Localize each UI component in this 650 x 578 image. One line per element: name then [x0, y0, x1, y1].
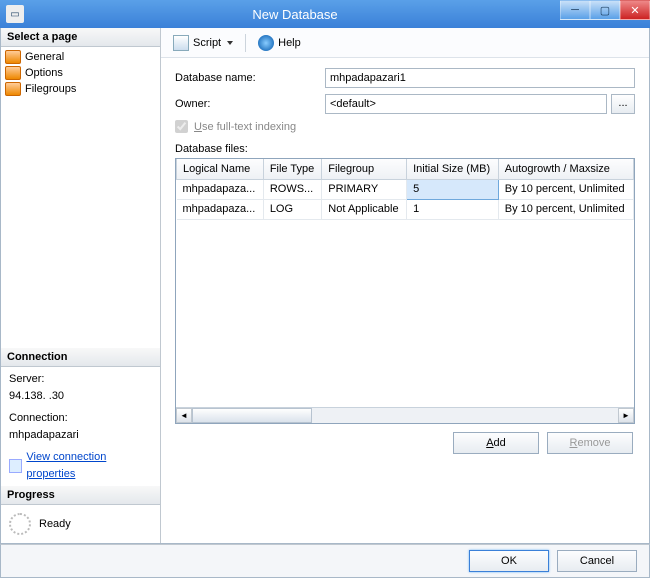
owner-browse-button[interactable]: ... — [611, 94, 635, 114]
dbfiles-grid[interactable]: Logical Name File Type Filegroup Initial… — [175, 158, 635, 424]
dbname-label: Database name: — [175, 72, 325, 84]
scroll-track[interactable] — [192, 408, 618, 423]
page-icon — [5, 50, 21, 64]
select-page-header: Select a page — [1, 28, 160, 47]
cell-logical[interactable]: mhpadapaza... — [177, 179, 264, 199]
script-icon — [173, 35, 189, 51]
connection-label: Connection: — [9, 410, 152, 427]
cell-filetype[interactable]: ROWS... — [263, 179, 321, 199]
fulltext-label: Use full-text indexing — [194, 121, 296, 133]
toolbar-separator — [245, 34, 246, 52]
script-button[interactable]: Script — [169, 33, 237, 53]
connection-panel: Server: 94.138. .30 Connection: mhpadapa… — [1, 367, 160, 486]
col-logical[interactable]: Logical Name — [177, 159, 264, 179]
page-icon — [5, 66, 21, 80]
sidebar-item-label: Filegroups — [25, 83, 76, 95]
sidebar-item-options[interactable]: Options — [1, 65, 160, 81]
table-row[interactable]: mhpadapaza... LOG Not Applicable 1 By 10… — [177, 199, 634, 219]
owner-input[interactable] — [325, 94, 607, 114]
help-button[interactable]: Help — [254, 33, 305, 53]
owner-label: Owner: — [175, 98, 325, 110]
dbname-input[interactable] — [325, 68, 635, 88]
col-autogrow[interactable]: Autogrowth / Maxsize — [498, 159, 633, 179]
scroll-thumb[interactable] — [192, 408, 312, 423]
cell-autogrow[interactable]: By 10 percent, Unlimited — [498, 199, 633, 219]
close-button[interactable]: ✕ — [620, 0, 650, 20]
dbfiles-label: Database files: — [175, 143, 635, 155]
server-label: Server: — [9, 371, 152, 388]
add-button[interactable]: Add — [453, 432, 539, 454]
sidebar-item-label: Options — [25, 67, 63, 79]
connection-value: mhpadapazari — [9, 427, 152, 444]
help-label: Help — [278, 37, 301, 49]
col-filegroup[interactable]: Filegroup — [322, 159, 407, 179]
cell-initsize[interactable]: 5 — [407, 179, 499, 199]
col-initsize[interactable]: Initial Size (MB) — [407, 159, 499, 179]
main-panel: Script Help Database name: Owner: ... Us… — [161, 28, 649, 543]
cell-autogrow[interactable]: By 10 percent, Unlimited — [498, 179, 633, 199]
window-title: New Database — [30, 7, 560, 22]
col-filetype[interactable]: File Type — [263, 159, 321, 179]
connection-header: Connection — [1, 348, 160, 367]
app-icon: ▭ — [6, 5, 24, 23]
grid-hscrollbar[interactable]: ◄ ► — [176, 407, 634, 423]
sidebar-item-general[interactable]: General — [1, 49, 160, 65]
progress-spinner-icon — [9, 513, 31, 535]
maximize-button[interactable]: ▢ — [590, 0, 620, 20]
properties-icon — [9, 459, 22, 473]
ok-button[interactable]: OK — [469, 550, 549, 572]
view-connection-properties-link[interactable]: View connection properties — [26, 449, 152, 482]
cell-filegroup[interactable]: PRIMARY — [322, 179, 407, 199]
toolbar: Script Help — [161, 28, 649, 58]
minimize-button[interactable]: ─ — [560, 0, 590, 20]
progress-status: Ready — [39, 518, 71, 530]
scroll-right-arrow[interactable]: ► — [618, 408, 634, 423]
chevron-down-icon — [227, 41, 233, 45]
fulltext-checkbox — [175, 120, 188, 133]
title-bar: ▭ New Database ─ ▢ ✕ — [0, 0, 650, 28]
sidebar-item-filegroups[interactable]: Filegroups — [1, 81, 160, 97]
scroll-left-arrow[interactable]: ◄ — [176, 408, 192, 423]
cell-filegroup[interactable]: Not Applicable — [322, 199, 407, 219]
cell-initsize[interactable]: 1 — [407, 199, 499, 219]
progress-header: Progress — [1, 486, 160, 505]
cell-logical[interactable]: mhpadapaza... — [177, 199, 264, 219]
server-value: 94.138. .30 — [9, 388, 152, 405]
sidebar: Select a page General Options Filegroups… — [1, 28, 161, 543]
script-label: Script — [193, 37, 221, 49]
sidebar-item-label: General — [25, 51, 64, 63]
dialog-footer: OK Cancel — [0, 544, 650, 578]
table-row[interactable]: mhpadapaza... ROWS... PRIMARY 5 By 10 pe… — [177, 179, 634, 199]
cell-filetype[interactable]: LOG — [263, 199, 321, 219]
help-icon — [258, 35, 274, 51]
remove-button: Remove — [547, 432, 633, 454]
cancel-button[interactable]: Cancel — [557, 550, 637, 572]
page-icon — [5, 82, 21, 96]
